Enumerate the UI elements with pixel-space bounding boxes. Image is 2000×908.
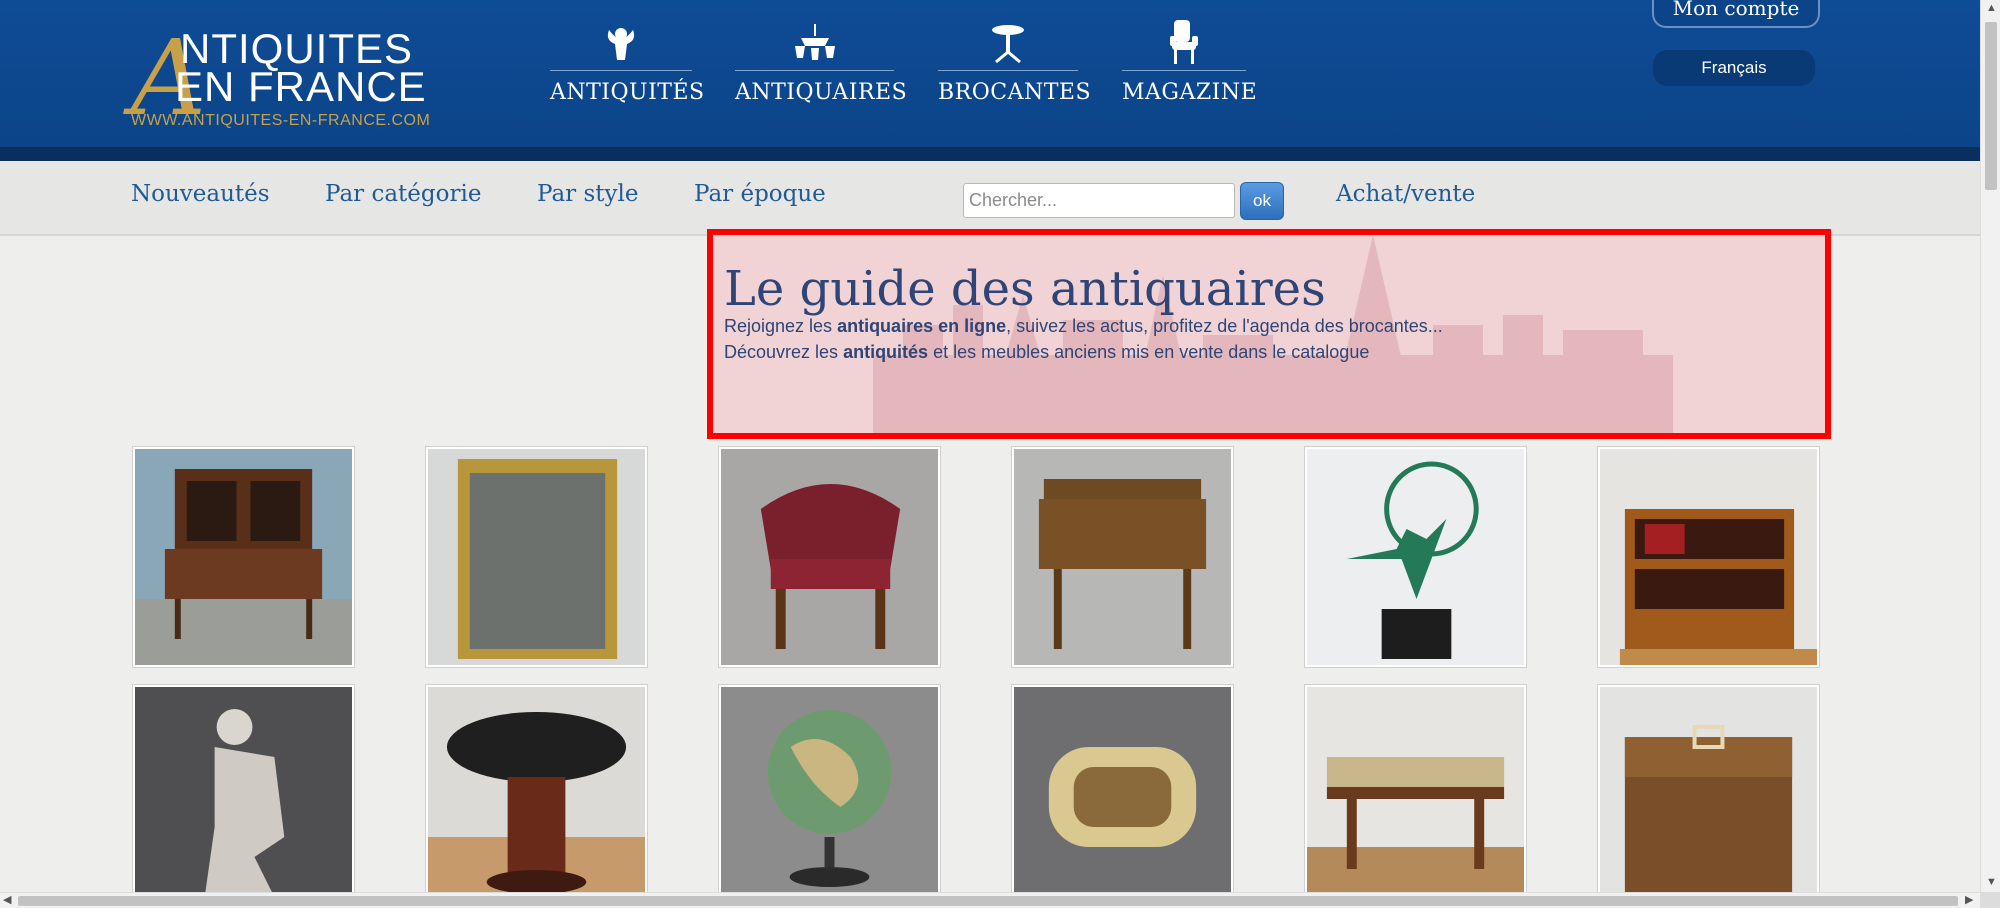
nav-divider	[1122, 70, 1246, 71]
marble-woman-statue-image[interactable]	[132, 684, 355, 906]
low-coffee-table-image[interactable]	[1304, 684, 1527, 906]
scroll-down-icon[interactable]: ▼	[1986, 876, 1997, 888]
logo-text-line2: EN FRANCE	[175, 63, 427, 110]
secretary-bookcase-image[interactable]	[132, 446, 355, 668]
site-logo[interactable]: A NTIQUITES EN FRANCE WWW.ANTIQUITES-EN-…	[131, 26, 441, 130]
search-input[interactable]	[963, 183, 1235, 218]
logo-url: WWW.ANTIQUITES-EN-FRANCE.COM	[131, 112, 431, 129]
search-ok-button[interactable]: ok	[1240, 182, 1284, 220]
guide-intro-line-2: Découvrez les antiquités et les meubles …	[724, 342, 1369, 363]
nav-antiquites[interactable]: ANTIQUITÉS	[550, 20, 705, 110]
armchair-icon	[1122, 20, 1246, 64]
vertical-scrollbar[interactable]: ▲ ▼	[1980, 0, 2000, 892]
link-par-epoque[interactable]: Par époque	[694, 181, 826, 207]
link-antiquites[interactable]: antiquités	[843, 342, 928, 362]
link-achat-vente[interactable]: Achat/vente	[1336, 181, 1475, 207]
link-par-categorie[interactable]: Par catégorie	[325, 181, 481, 207]
horizontal-scroll-thumb[interactable]	[18, 896, 1958, 906]
nav-magazine[interactable]: MAGAZINE	[1122, 20, 1258, 110]
red-leather-armchair-image[interactable]	[718, 446, 941, 668]
scroll-up-icon[interactable]: ▲	[1986, 2, 1997, 14]
writing-desk-image[interactable]	[1011, 446, 1234, 668]
site-header: A NTIQUITES EN FRANCE WWW.ANTIQUITES-EN-…	[0, 0, 1980, 161]
guide-text: Découvrez les	[724, 342, 844, 362]
nav-divider	[550, 70, 692, 71]
chandelier-icon	[735, 20, 894, 64]
vertical-scroll-thumb[interactable]	[1985, 22, 1997, 190]
guide-title: Le guide des antiquaires	[724, 261, 1326, 317]
horizontal-scrollbar[interactable]: ◀ ▶	[0, 892, 1980, 908]
gilt-mirror-image[interactable]	[425, 446, 648, 668]
my-account-button[interactable]: Mon compte	[1652, 0, 1820, 28]
scroll-right-icon[interactable]: ▶	[1965, 894, 1973, 906]
nav-antiquaires[interactable]: ANTIQUAIRES	[735, 20, 908, 110]
nav-divider	[735, 70, 894, 71]
scrollbar-corner	[1980, 892, 2000, 908]
nav-label: ANTIQUAIRES	[735, 80, 908, 105]
nav-label: MAGAZINE	[1122, 80, 1258, 105]
guide-text: Rejoignez les	[724, 316, 838, 336]
guide-text: , suivez les actus, profitez de l'agenda…	[1006, 316, 1443, 336]
pedestal-table-icon	[938, 20, 1078, 64]
language-selector[interactable]: Français	[1653, 50, 1815, 86]
guide-text: et les meubles anciens mis en vente dans…	[928, 342, 1370, 362]
cherub-icon	[550, 20, 692, 64]
wooden-box-image[interactable]	[1597, 684, 1820, 906]
carved-box-image[interactable]	[1011, 684, 1234, 906]
nav-brocantes[interactable]: BROCANTES	[938, 20, 1092, 110]
art-deco-dancer-statue-image[interactable]	[1304, 446, 1527, 668]
nav-label: BROCANTES	[938, 80, 1092, 105]
round-pedestal-table-image[interactable]	[425, 684, 648, 906]
link-nouveautes[interactable]: Nouveautés	[131, 181, 270, 207]
bookshelf-cabinet-image[interactable]	[1597, 446, 1820, 668]
link-par-style[interactable]: Par style	[537, 181, 638, 207]
link-antiquaires-en-ligne[interactable]: antiquaires en ligne	[837, 316, 1006, 336]
nav-divider	[938, 70, 1078, 71]
globe-image[interactable]	[718, 684, 941, 906]
secondary-nav: Nouveautés Par catégorie Par style Par é…	[0, 161, 1980, 236]
guide-intro-line-1: Rejoignez les antiquaires en ligne, suiv…	[724, 316, 1443, 337]
guide-banner: Le guide des antiquaires Rejoignez les a…	[707, 229, 1831, 439]
scroll-left-icon[interactable]: ◀	[3, 894, 11, 906]
nav-label: ANTIQUITÉS	[550, 80, 705, 105]
